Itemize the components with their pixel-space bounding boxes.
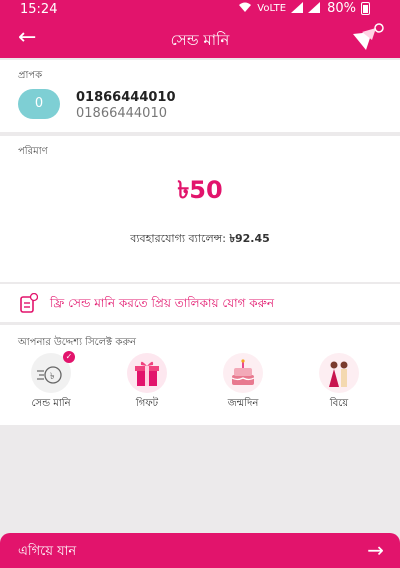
page-title: সেন্ড মানি [170, 31, 230, 49]
recipient-card: প্রাপক 0 01866444010 01866444010 [0, 60, 400, 132]
proceed-button[interactable]: এগিয়ে যান → [0, 533, 400, 568]
purpose-send-money[interactable]: ৳ ✓ সেন্ড মানি [16, 351, 86, 413]
purpose-wedding[interactable]: বিয়ে [304, 353, 374, 413]
wifi-icon [238, 2, 252, 16]
signal-icon [291, 1, 304, 16]
purpose-label: সেন্ড মানি [31, 398, 71, 409]
svg-text:৳: ৳ [50, 372, 55, 382]
arrow-right-icon: → [367, 538, 384, 562]
battery-percent: 80% [327, 1, 356, 16]
app-header: ← সেন্ড মানি [0, 20, 400, 58]
purpose-label: গিফট [135, 398, 159, 409]
balance-value: ৳92.45 [229, 232, 270, 245]
amount-value[interactable]: ৳50 [0, 172, 400, 212]
network-label: VoLTE [257, 3, 287, 14]
bkash-logo-icon [350, 22, 386, 56]
signal-icon-2 [308, 1, 321, 16]
balance-label: ব্যবহারযোগ্য ব্যালেন্স: [130, 232, 230, 245]
battery-icon [361, 2, 370, 15]
available-balance: ব্যবহারযোগ্য ব্যালেন্স: ৳92.45 [0, 230, 400, 249]
recipient-section-label: প্রাপক [18, 70, 43, 81]
purpose-birthday[interactable]: জন্মদিন [208, 353, 278, 413]
avatar: 0 [18, 89, 60, 119]
purpose-section-label: আপনার উদ্দেশ্য সিলেক্ট করুন [18, 337, 136, 348]
send-money-icon: ৳ ✓ [31, 351, 75, 393]
gift-icon [127, 353, 167, 393]
purpose-gift[interactable]: গিফট [112, 353, 182, 413]
amount-section-label: পরিমাণ [18, 146, 48, 157]
add-favorite-row[interactable]: ফ্রি সেন্ড মানি করতে প্রিয় তালিকায় যোগ… [0, 284, 400, 322]
wedding-icon [319, 353, 359, 393]
purpose-label: জন্মদিন [227, 398, 259, 409]
purpose-label: বিয়ে [329, 398, 349, 409]
proceed-label: এগিয়ে যান [18, 544, 77, 559]
add-favorite-text: ফ্রি সেন্ড মানি করতে প্রিয় তালিকায় যোগ… [50, 296, 275, 310]
amount-card: পরিমাণ ৳50 ব্যবহারযোগ্য ব্যালেন্স: ৳92.4… [0, 136, 400, 282]
status-time: 15:24 [20, 2, 58, 17]
status-bar: 15:24 VoLTE 80% [0, 0, 400, 20]
purpose-card: আপনার উদ্দেশ্য সিলেক্ট করুন ৳ ✓ সেন্ড মা… [0, 325, 400, 425]
recipient-number: 01866444010 [76, 106, 167, 121]
birthday-cake-icon [223, 353, 263, 393]
favorite-list-icon [20, 292, 39, 313]
recipient-name: 01866444010 [76, 90, 176, 105]
selected-check-icon: ✓ [63, 351, 75, 363]
